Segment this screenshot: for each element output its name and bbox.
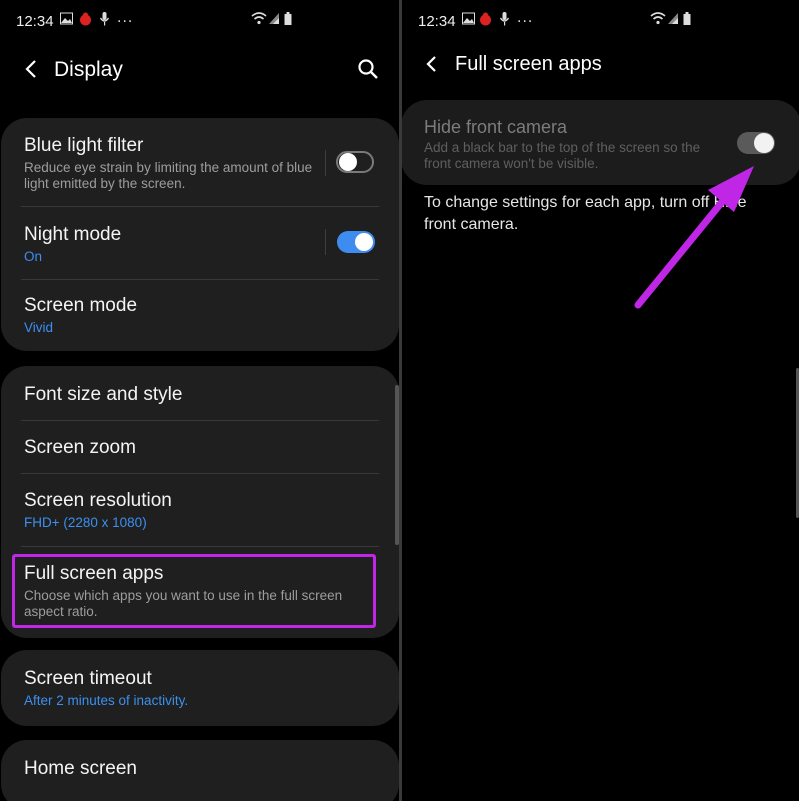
night-mode-status: On [24,249,43,264]
screen-resolution-row[interactable]: Screen resolution FHD+ (2280 x 1080) [1,474,399,546]
hide-front-camera-row[interactable]: Hide front camera Add a black bar to the… [402,100,799,185]
screen-zoom-row[interactable]: Screen zoom [1,421,399,473]
screen-timeout-row[interactable]: Screen timeout After 2 minutes of inacti… [1,650,399,726]
blue-light-filter-toggle[interactable] [336,151,374,173]
full-screen-apps-title: Full screen apps [24,563,164,584]
info-note: To change settings for each app, turn of… [424,194,747,233]
gallery-icon [60,12,73,25]
wifi-icon [650,12,666,25]
app-notification-icon [480,12,491,26]
back-arrow-icon[interactable] [420,52,444,76]
night-mode-row[interactable]: Night mode On [1,207,399,279]
wifi-icon [251,12,267,25]
page-title: Full screen apps [455,53,602,75]
home-screen-row[interactable]: Home screen [1,740,399,800]
display-settings-screen: 12:34 ... Display Blue light filter Redu… [0,0,399,801]
app-notification-icon [80,12,91,26]
more-notifications-icon: ... [517,9,534,26]
status-time: 12:34 [16,13,54,30]
font-size-style-title: Font size and style [24,384,183,405]
status-time: 12:34 [418,13,456,30]
screen-zoom-title: Screen zoom [24,437,136,458]
row-divider [325,229,326,255]
night-mode-toggle[interactable] [337,231,375,253]
more-notifications-icon: ... [117,9,134,26]
microphone-icon [499,12,510,26]
gallery-icon [462,12,475,25]
page-title: Display [54,58,123,81]
blue-light-filter-row[interactable]: Blue light filter Reduce eye strain by l… [1,118,399,206]
screen-resolution-title: Screen resolution [24,490,172,511]
font-size-style-row[interactable]: Font size and style [1,366,399,419]
settings-group-display-filters: Blue light filter Reduce eye strain by l… [1,118,399,351]
hide-front-camera-title: Hide front camera [424,117,568,137]
hide-camera-card: Hide front camera Add a black bar to the… [402,100,799,185]
microphone-icon [99,12,110,26]
home-screen-title: Home screen [24,758,137,779]
battery-icon [284,12,292,25]
full-screen-apps-subtitle: Choose which apps you want to use in the… [24,588,343,619]
hide-front-camera-toggle[interactable] [737,132,775,154]
row-divider [325,150,326,176]
night-mode-title: Night mode [24,224,122,245]
search-icon[interactable] [356,57,380,81]
screen-mode-value: Vivid [24,320,54,335]
screen-mode-title: Screen mode [24,295,138,316]
full-screen-apps-screen: 12:34 ... Full screen apps Hide front ca… [402,0,799,801]
status-bar: 12:34 ... [402,0,799,44]
hide-front-camera-subtitle: Add a black bar to the top of the screen… [424,140,701,171]
battery-icon [683,12,691,25]
blue-light-filter-title: Blue light filter [24,135,144,156]
status-bar: 12:34 ... [0,0,399,44]
screen-timeout-value: After 2 minutes of inactivity. [24,693,189,708]
settings-group-timeout: Screen timeout After 2 minutes of inacti… [1,650,399,726]
settings-group-home: Home screen [1,740,399,801]
back-arrow-icon[interactable] [20,57,44,81]
full-screen-apps-row[interactable]: Full screen apps Choose which apps you w… [1,547,399,638]
signal-icon [269,13,279,24]
signal-icon [668,13,678,24]
blue-light-filter-subtitle: Reduce eye strain by limiting the amount… [24,160,313,191]
settings-group-screen: Font size and style Screen zoom Screen r… [1,366,399,638]
screen-timeout-title: Screen timeout [24,668,152,689]
screen-mode-row[interactable]: Screen mode Vivid [1,280,399,351]
screen-resolution-value: FHD+ (2280 x 1080) [24,515,147,530]
